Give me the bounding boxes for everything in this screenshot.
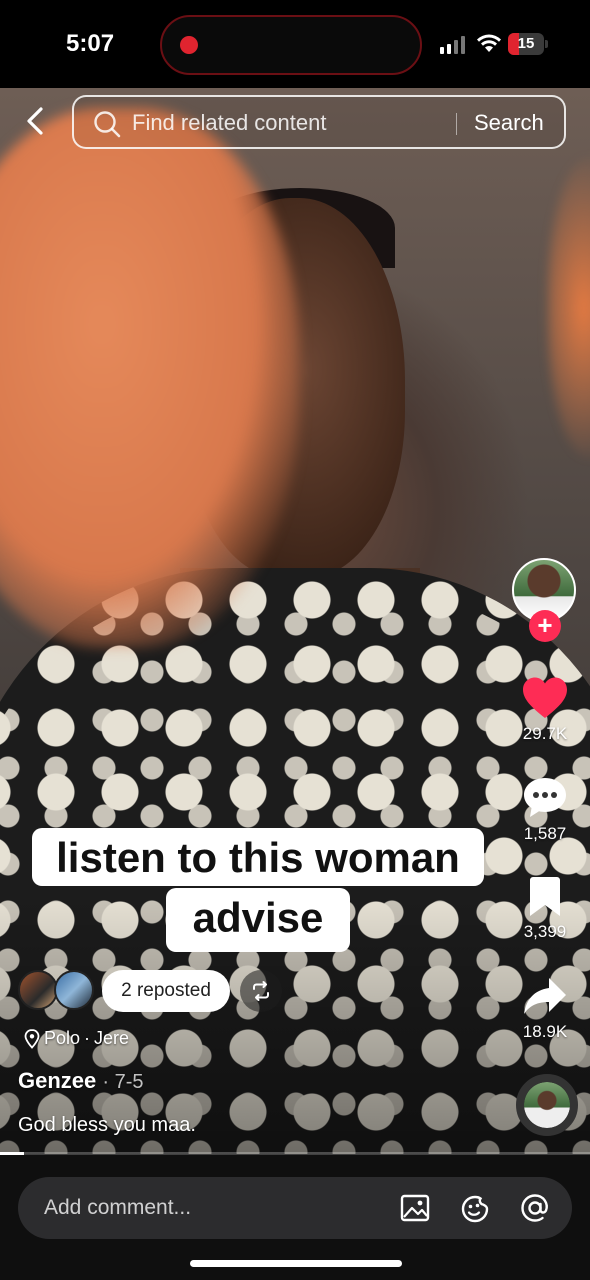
video-caption-line-2: advise	[166, 888, 350, 952]
post-date-separator: ·	[102, 1071, 115, 1093]
status-bar: 5:07 15	[0, 0, 590, 88]
search-placeholder: Find related content	[132, 110, 327, 135]
like-count: 29.7K	[522, 724, 568, 743]
location-area: Jere	[94, 1028, 130, 1048]
wifi-icon	[477, 34, 501, 52]
status-time: 5:07	[66, 30, 115, 57]
search-divider	[456, 113, 457, 135]
heart-icon	[523, 677, 567, 718]
search-icon	[94, 111, 121, 138]
dynamic-island	[160, 15, 422, 75]
location-name: Polo	[44, 1028, 81, 1048]
search-input[interactable]: Find related content Search	[72, 95, 566, 149]
recording-indicator	[180, 36, 198, 54]
repost-avatar[interactable]	[54, 970, 94, 1010]
comment-placeholder: Add comment...	[44, 1196, 192, 1219]
music-disc[interactable]	[516, 1074, 578, 1136]
battery-icon: 15	[508, 33, 544, 55]
share-arrow-icon	[524, 978, 566, 1014]
author-name[interactable]: Genzee	[18, 1068, 96, 1093]
battery-tip	[545, 40, 548, 48]
back-chevron-icon	[27, 107, 43, 135]
battery-level: 15	[517, 35, 535, 52]
comment-button[interactable]: 1,587	[512, 776, 578, 844]
repost-button[interactable]	[240, 970, 282, 1012]
home-indicator	[190, 1260, 402, 1267]
signal-icon	[440, 36, 465, 54]
location-pin-icon	[24, 1028, 40, 1049]
music-disc-cover	[524, 1082, 570, 1128]
share-count: 18.9K	[522, 1022, 568, 1041]
comment-count: 1,587	[523, 824, 567, 843]
bookmark-icon	[530, 877, 560, 916]
like-button[interactable]: 29.7K	[512, 676, 578, 744]
comment-bubble-icon	[524, 778, 566, 817]
emoji-icon[interactable]	[458, 1191, 492, 1225]
search-button[interactable]: Search	[474, 110, 544, 136]
location-separator: ·	[84, 1028, 91, 1048]
author-row[interactable]: Genzee · 7-5	[18, 1068, 144, 1094]
video-caption-line-1: listen to this woman	[32, 828, 484, 886]
repost-icon	[253, 981, 269, 1001]
mention-icon[interactable]	[518, 1191, 552, 1225]
share-button[interactable]: 18.9K	[512, 976, 578, 1042]
repost-avatar[interactable]	[18, 970, 58, 1010]
follow-button[interactable]: +	[529, 610, 561, 642]
repost-count-pill[interactable]: 2 reposted	[102, 970, 230, 1012]
post-date: 7-5	[114, 1071, 144, 1093]
bookmark-button[interactable]: 3,399	[512, 876, 578, 942]
image-icon[interactable]	[398, 1191, 432, 1225]
video-blurred-hand-right	[548, 158, 590, 458]
location-tag[interactable]: Polo · Jere	[24, 1028, 129, 1049]
bookmark-count: 3,399	[523, 922, 567, 941]
back-button[interactable]	[18, 104, 52, 138]
video-blurred-hand	[0, 108, 300, 648]
video-description: God bless you maa.	[18, 1114, 196, 1136]
comment-input[interactable]: Add comment...	[18, 1177, 572, 1239]
